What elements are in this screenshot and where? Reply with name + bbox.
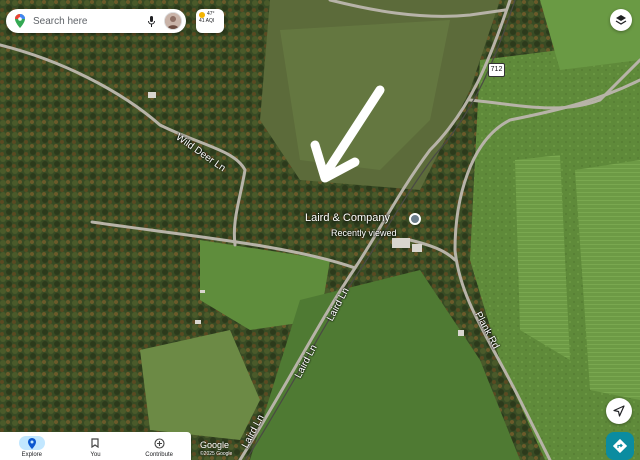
weather-chip[interactable]: 47° 41 AQI [196, 9, 224, 33]
tab-explore[interactable]: Explore [4, 436, 59, 460]
navigation-arrow-icon [613, 405, 625, 417]
plus-circle-icon [146, 436, 172, 450]
tab-you-label: You [90, 452, 101, 458]
layers-button[interactable] [610, 9, 632, 31]
route-shield: 712 [488, 63, 505, 77]
layers-icon [615, 15, 627, 25]
tab-you[interactable]: You [68, 436, 123, 460]
place-marker-icon[interactable] [409, 213, 421, 225]
sun-icon [199, 11, 205, 18]
copyright-text: ©2025 Google [200, 451, 233, 457]
bookmark-icon [82, 436, 108, 450]
satellite-map[interactable] [0, 0, 640, 460]
location-pin-icon [18, 436, 45, 450]
tab-contribute-label: Contribute [145, 452, 173, 458]
directions-button[interactable] [606, 432, 634, 460]
microphone-icon[interactable] [146, 14, 156, 28]
bottom-nav: Explore You Contribute [0, 432, 191, 460]
maps-pin-icon [13, 13, 27, 29]
weather-temp: 47° [207, 11, 215, 17]
search-input[interactable]: Search here [33, 16, 146, 27]
place-name[interactable]: Laird & Company [305, 212, 390, 224]
place-subtitle: Recently viewed [331, 228, 397, 238]
my-location-button[interactable] [606, 398, 632, 424]
directions-icon [613, 439, 627, 453]
avatar[interactable] [164, 12, 182, 30]
tab-explore-label: Explore [21, 452, 42, 458]
search-bar[interactable]: Search here [6, 9, 186, 33]
tab-contribute[interactable]: Contribute [132, 436, 187, 460]
google-logo: Google [200, 440, 230, 450]
aqi-label: 41 AQI [199, 18, 215, 24]
